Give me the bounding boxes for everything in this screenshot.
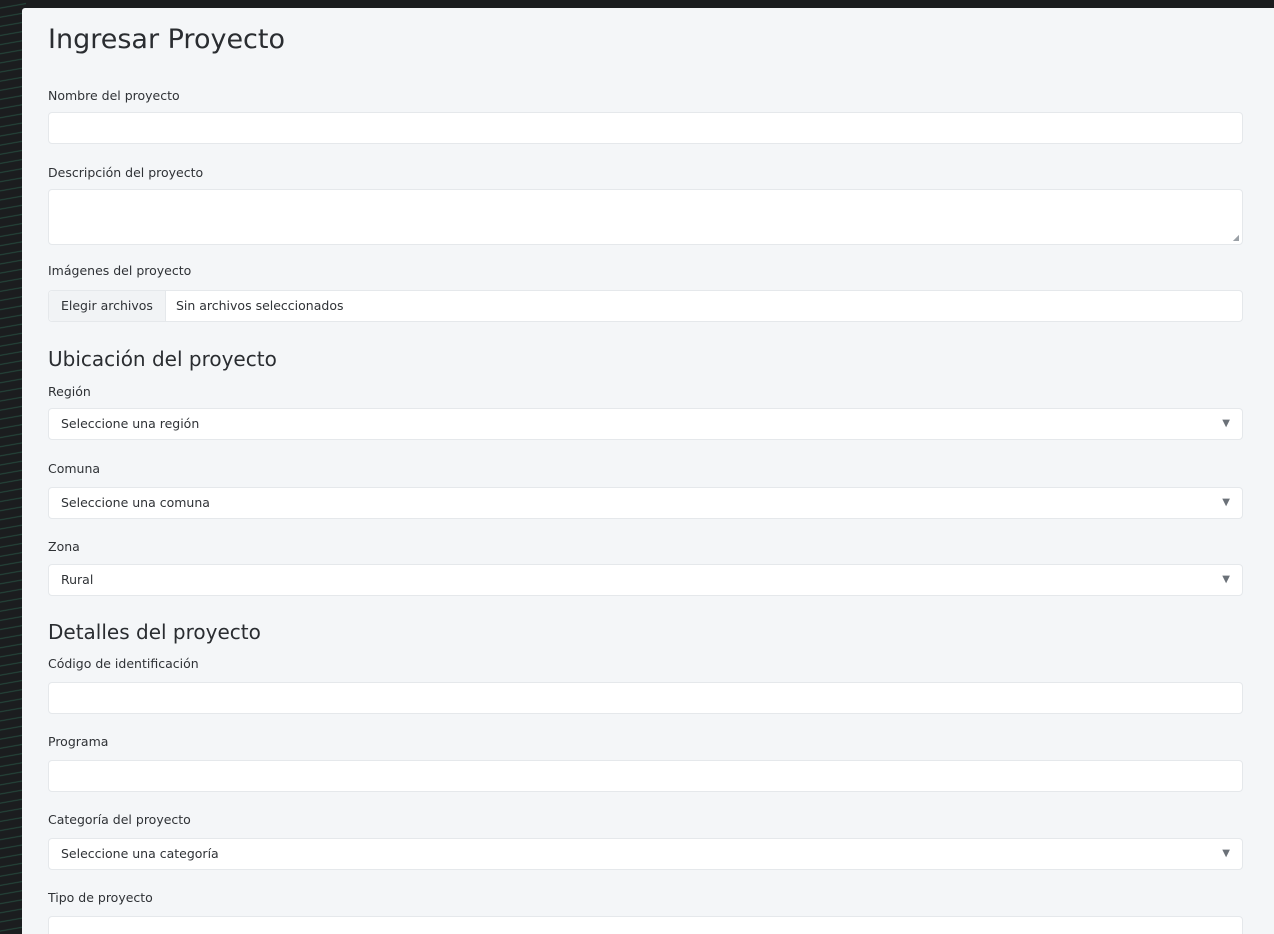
resize-handle-icon[interactable]: ◢	[1233, 234, 1239, 242]
zona-selected-value: Rural	[61, 572, 94, 587]
description-label: Descripción del proyecto	[48, 165, 204, 180]
zona-select[interactable]: Rural ▼	[48, 564, 1243, 596]
chevron-down-icon: ▼	[1222, 497, 1230, 508]
zona-label: Zona	[48, 539, 80, 554]
project-form-panel: Ingresar Proyecto Nombre del proyecto De…	[22, 8, 1274, 934]
project-type-input[interactable]	[48, 916, 1243, 934]
chevron-down-icon: ▼	[1222, 574, 1230, 585]
region-select[interactable]: Seleccione una región ▼	[48, 408, 1243, 440]
project-name-input[interactable]	[48, 112, 1243, 144]
region-label: Región	[48, 384, 91, 399]
chevron-down-icon: ▼	[1222, 418, 1230, 429]
comuna-selected-value: Seleccione una comuna	[61, 495, 210, 510]
choose-files-button[interactable]: Elegir archivos	[49, 291, 166, 321]
programa-input[interactable]	[48, 760, 1243, 792]
files-status-text: Sin archivos seleccionados	[175, 298, 344, 313]
category-selected-value: Seleccione una categoría	[61, 846, 219, 861]
category-select[interactable]: Seleccione una categoría ▼	[48, 838, 1243, 870]
identification-code-input[interactable]	[48, 682, 1243, 714]
details-heading: Detalles del proyecto	[48, 620, 261, 644]
code-label: Código de identificación	[48, 656, 199, 671]
project-description-textarea[interactable]: ◢	[48, 189, 1243, 245]
region-selected-value: Seleccione una región	[61, 416, 200, 431]
location-heading: Ubicación del proyecto	[48, 347, 277, 371]
chevron-down-icon: ▼	[1222, 848, 1230, 859]
programa-label: Programa	[48, 734, 109, 749]
name-label: Nombre del proyecto	[48, 88, 180, 103]
project-type-label: Tipo de proyecto	[48, 890, 153, 905]
comuna-label: Comuna	[48, 461, 101, 476]
images-label: Imágenes del proyecto	[48, 263, 192, 278]
comuna-select[interactable]: Seleccione una comuna ▼	[48, 487, 1243, 519]
project-images-file-input[interactable]: Elegir archivos Sin archivos seleccionad…	[48, 290, 1243, 322]
category-label: Categoría del proyecto	[48, 812, 191, 827]
page-title: Ingresar Proyecto	[48, 24, 286, 55]
